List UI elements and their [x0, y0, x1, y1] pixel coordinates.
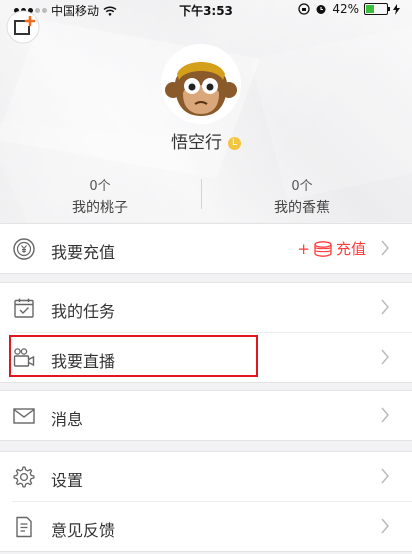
coin-yen-icon: [13, 238, 35, 260]
peach-label: 我的桃子: [72, 200, 128, 216]
level-badge-icon: L: [228, 136, 241, 150]
chevron-right-icon: [381, 407, 389, 423]
tasks-row[interactable]: 我的任务: [0, 283, 412, 332]
profile-header: 中国移动 下午3:53 42% 悟空行 L 0个 我的桃子 0个 我的香蕉: [0, 0, 412, 222]
settings-row[interactable]: 设置: [0, 452, 412, 501]
recharge-plus: +: [297, 239, 310, 258]
live-highlight-box: [9, 335, 258, 377]
bg-facet: [250, 21, 412, 200]
username[interactable]: 悟空行: [171, 133, 222, 153]
calendar-check-icon: [14, 298, 34, 318]
stats-bar: 0个 我的桃子 0个 我的香蕉: [0, 175, 412, 217]
recharge-extra-label: 充值: [335, 240, 366, 258]
messages-group: 消息: [0, 390, 412, 441]
battery-percent: 42%: [332, 2, 359, 16]
username-row: 悟空行 L: [0, 128, 412, 153]
document-icon: [16, 516, 32, 538]
status-bar: 中国移动 下午3:53 42%: [0, 0, 412, 20]
battery-icon: [364, 3, 390, 15]
monkey-avatar-icon: [161, 44, 241, 124]
tasks-label: 我的任务: [51, 302, 116, 321]
avatar[interactable]: [161, 44, 241, 124]
messages-label: 消息: [51, 410, 84, 429]
recharge-row[interactable]: 我要充值 + 充值: [0, 224, 412, 273]
charging-icon: [393, 3, 400, 15]
recharge-label: 我要充值: [51, 243, 116, 262]
rotation-lock-icon: [298, 3, 310, 15]
banana-stat[interactable]: 0个 我的香蕉: [202, 175, 402, 217]
coins-stack-icon: [314, 240, 332, 257]
peach-count: 0个: [89, 179, 111, 194]
feedback-row[interactable]: 意见反馈: [12, 501, 412, 551]
chevron-right-icon: [381, 299, 389, 315]
banana-label: 我的香蕉: [274, 200, 330, 216]
recharge-group: 我要充值 + 充值: [0, 223, 412, 274]
banana-count: 0个: [291, 179, 313, 194]
feedback-label: 意见反馈: [51, 521, 116, 540]
envelope-icon: [13, 408, 35, 424]
settings-label: 设置: [51, 471, 84, 490]
recharge-extra[interactable]: + 充值: [297, 238, 366, 259]
alarm-icon: [316, 5, 326, 14]
peach-stat[interactable]: 0个 我的桃子: [0, 175, 200, 217]
add-frame-icon[interactable]: [6, 10, 40, 44]
chevron-right-icon: [381, 349, 389, 365]
chevron-right-icon: [381, 518, 389, 534]
chevron-right-icon: [381, 468, 389, 484]
messages-row[interactable]: 消息: [0, 391, 412, 440]
chevron-right-icon: [381, 240, 389, 256]
settings-group: 设置 意见反馈: [0, 451, 412, 552]
gear-icon: [13, 466, 35, 488]
